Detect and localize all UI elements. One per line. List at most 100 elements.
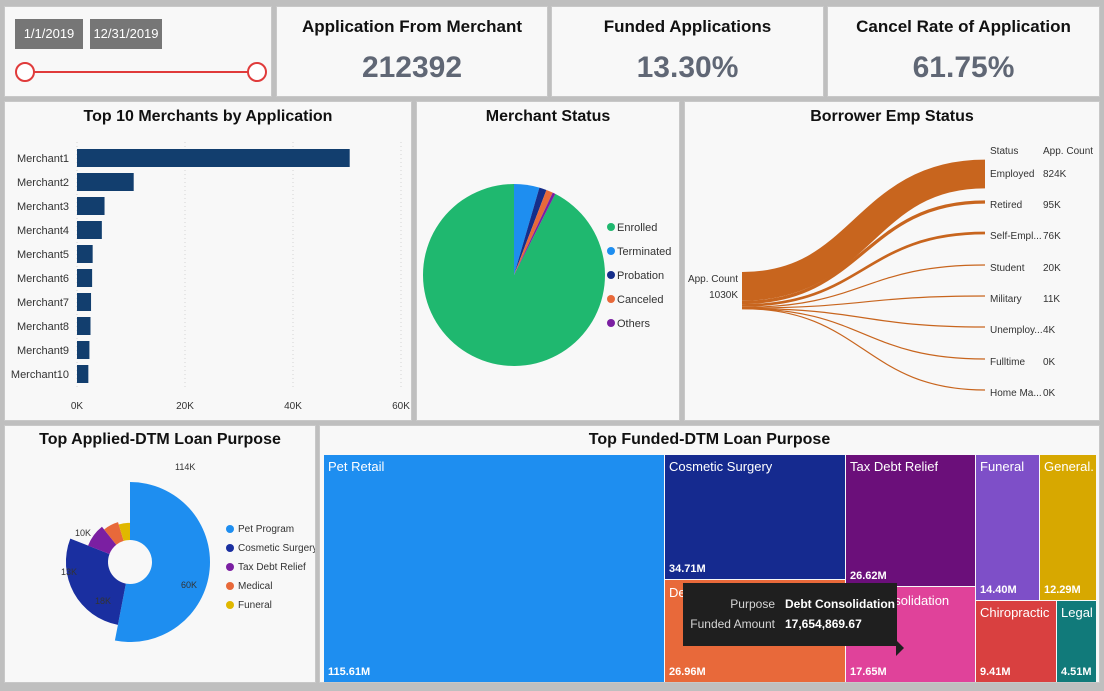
kpi-title: Application From Merchant: [301, 17, 523, 36]
x-tick-label: 0K: [71, 401, 84, 412]
bar: [77, 317, 91, 335]
y-tick-label: Merchant5: [17, 249, 69, 261]
legend-marker: [607, 223, 615, 231]
rose-slice: [65, 538, 126, 625]
x-tick-label: 20K: [176, 401, 194, 412]
treemap-cell[interactable]: Tax Debt Relief 26.62M: [846, 455, 975, 586]
sankey-target-count: 824K: [1043, 169, 1067, 180]
merchant-status-panel: Merchant Status Enrolled Terminated Probat…: [416, 101, 680, 421]
legend-label: Probation: [617, 270, 664, 282]
sankey-target-count: 76K: [1043, 231, 1061, 242]
merchant-status-pie-chart[interactable]: Enrolled Terminated Probation Canceled Other…: [417, 102, 679, 420]
treemap-cell[interactable]: Chiropractic 9.41M: [976, 601, 1056, 682]
sankey-target-label: Retired: [990, 200, 1022, 211]
legend-label: Tax Debt Relief: [238, 562, 306, 573]
y-tick-label: Merchant2: [17, 177, 69, 189]
sankey-source-value: 1030K: [709, 290, 738, 301]
sankey-target-count: 95K: [1043, 200, 1061, 211]
kpi-value: 13.30%: [636, 51, 739, 84]
y-tick-label: Merchant10: [11, 369, 69, 381]
sankey-target-count: 4K: [1043, 325, 1056, 336]
applied-purpose-panel: Top Applied-DTM Loan Purpose 114K 60K 18K 1…: [4, 425, 316, 683]
rose-slice: [114, 482, 211, 642]
treemap-cell-label: Pet Retail: [328, 459, 385, 474]
legend-marker: [226, 582, 234, 590]
x-tick-label: 60K: [392, 401, 410, 412]
applied-purpose-rose-chart[interactable]: 114K 60K 18K 13K 10K Pet Program Cosmetic Surg…: [5, 426, 315, 682]
bar: [77, 245, 93, 263]
treemap-cell-label: General...: [1044, 459, 1094, 474]
kpi-value: 212392: [361, 51, 463, 84]
legend-marker: [607, 319, 615, 327]
rose-data-label: 18K: [95, 596, 111, 606]
tooltip-amount-key: Funded Amount: [690, 617, 775, 631]
treemap-cell-label: Tax Debt Relief: [850, 459, 939, 474]
borrower-emp-panel: Borrower Emp Status Status App. Count App.…: [684, 101, 1100, 421]
sankey-header-count: App. Count: [1043, 146, 1093, 157]
legend-marker: [226, 544, 234, 552]
sankey-target-label: Unemploy...: [990, 325, 1043, 336]
x-tick-label: 40K: [284, 401, 302, 412]
kpi-card-funded: Funded Applications 13.30%: [551, 6, 824, 97]
sankey-link: [741, 308, 986, 391]
treemap-cell-value: 14.40M: [980, 584, 1017, 596]
bar: [77, 197, 105, 215]
top-merchants-panel: Top 10 Merchants by Application 0K 20K 40K…: [4, 101, 412, 421]
bar: [77, 365, 89, 383]
top-merchants-bar-chart[interactable]: 0K 20K 40K 60K Merchant1 Merchant2 Merchant3 Me…: [5, 102, 411, 420]
treemap-cell[interactable]: Cosmetic Surgery 34.71M: [665, 455, 845, 579]
sankey-target-count: 11K: [1043, 294, 1060, 305]
tooltip-arrow: [896, 640, 904, 656]
y-tick-label: Merchant7: [17, 297, 69, 309]
bar: [77, 149, 350, 167]
y-tick-label: Merchant9: [17, 345, 69, 357]
legend-marker: [226, 563, 234, 571]
borrower-emp-sankey[interactable]: Status App. Count App. Count 1030K Employed 8…: [685, 102, 1099, 420]
legend-marker: [607, 247, 615, 255]
treemap-cell[interactable]: General... 12.29M: [1040, 455, 1096, 600]
start-date-box[interactable]: 1/1/2019: [15, 19, 83, 49]
rose-data-label: 114K: [175, 462, 195, 472]
legend-label: Pet Program: [238, 524, 294, 535]
date-slider-end-handle[interactable]: [247, 62, 267, 82]
date-slider-track[interactable]: [27, 71, 259, 73]
y-tick-label: Merchant4: [17, 225, 69, 237]
treemap-cell[interactable]: Legal 4.51M: [1057, 601, 1096, 682]
sankey-target-label: Military: [990, 294, 1022, 305]
rose-data-label: 60K: [181, 580, 197, 590]
sankey-header-status: Status: [990, 146, 1018, 157]
legend-label: Cosmetic Surgery: [238, 543, 315, 554]
treemap-cell-label: Chiropractic: [980, 605, 1050, 620]
sankey-link: [741, 308, 986, 360]
treemap-cell-value: 26.62M: [850, 570, 887, 582]
bar: [77, 341, 90, 359]
sankey-target-count: 20K: [1043, 263, 1061, 274]
rose-data-label: 13K: [61, 567, 77, 577]
tooltip-purpose-value: Debt Consolidation: [785, 597, 895, 611]
sankey-target-count: 0K: [1043, 388, 1056, 399]
sankey-target-label: Employed: [990, 169, 1034, 180]
y-tick-label: Merchant3: [17, 201, 69, 213]
legend-label: Medical: [238, 581, 272, 592]
y-tick-label: Merchant8: [17, 321, 69, 333]
bar: [77, 269, 93, 287]
treemap-cell-value: 17.65M: [850, 666, 887, 678]
legend-marker: [226, 525, 234, 533]
end-date-box[interactable]: 12/31/2019: [90, 19, 162, 49]
rose-data-label: 10K: [75, 528, 91, 538]
treemap-cell[interactable]: Funeral 14.40M: [976, 455, 1039, 600]
date-slider-start-handle[interactable]: [15, 62, 35, 82]
tooltip-purpose-key: Purpose: [730, 597, 775, 611]
sankey-source-label: App. Count: [688, 274, 738, 285]
sankey-target-label: Fulltime: [990, 357, 1025, 368]
kpi-card-cancel-rate: Cancel Rate of Application 61.75%: [827, 6, 1100, 97]
date-filter-panel: 1/1/2019 12/31/2019: [4, 6, 272, 97]
sankey-target-label: Home Ma...: [990, 388, 1042, 399]
y-tick-label: Merchant6: [17, 273, 69, 285]
legend-marker: [226, 601, 234, 609]
treemap-cell[interactable]: Pet Retail 115.61M: [324, 455, 664, 682]
treemap-cell-value: 115.61M: [328, 666, 371, 678]
legend-marker: [607, 271, 615, 279]
kpi-title: Cancel Rate of Application: [856, 17, 1071, 36]
legend-label: Canceled: [617, 294, 663, 306]
